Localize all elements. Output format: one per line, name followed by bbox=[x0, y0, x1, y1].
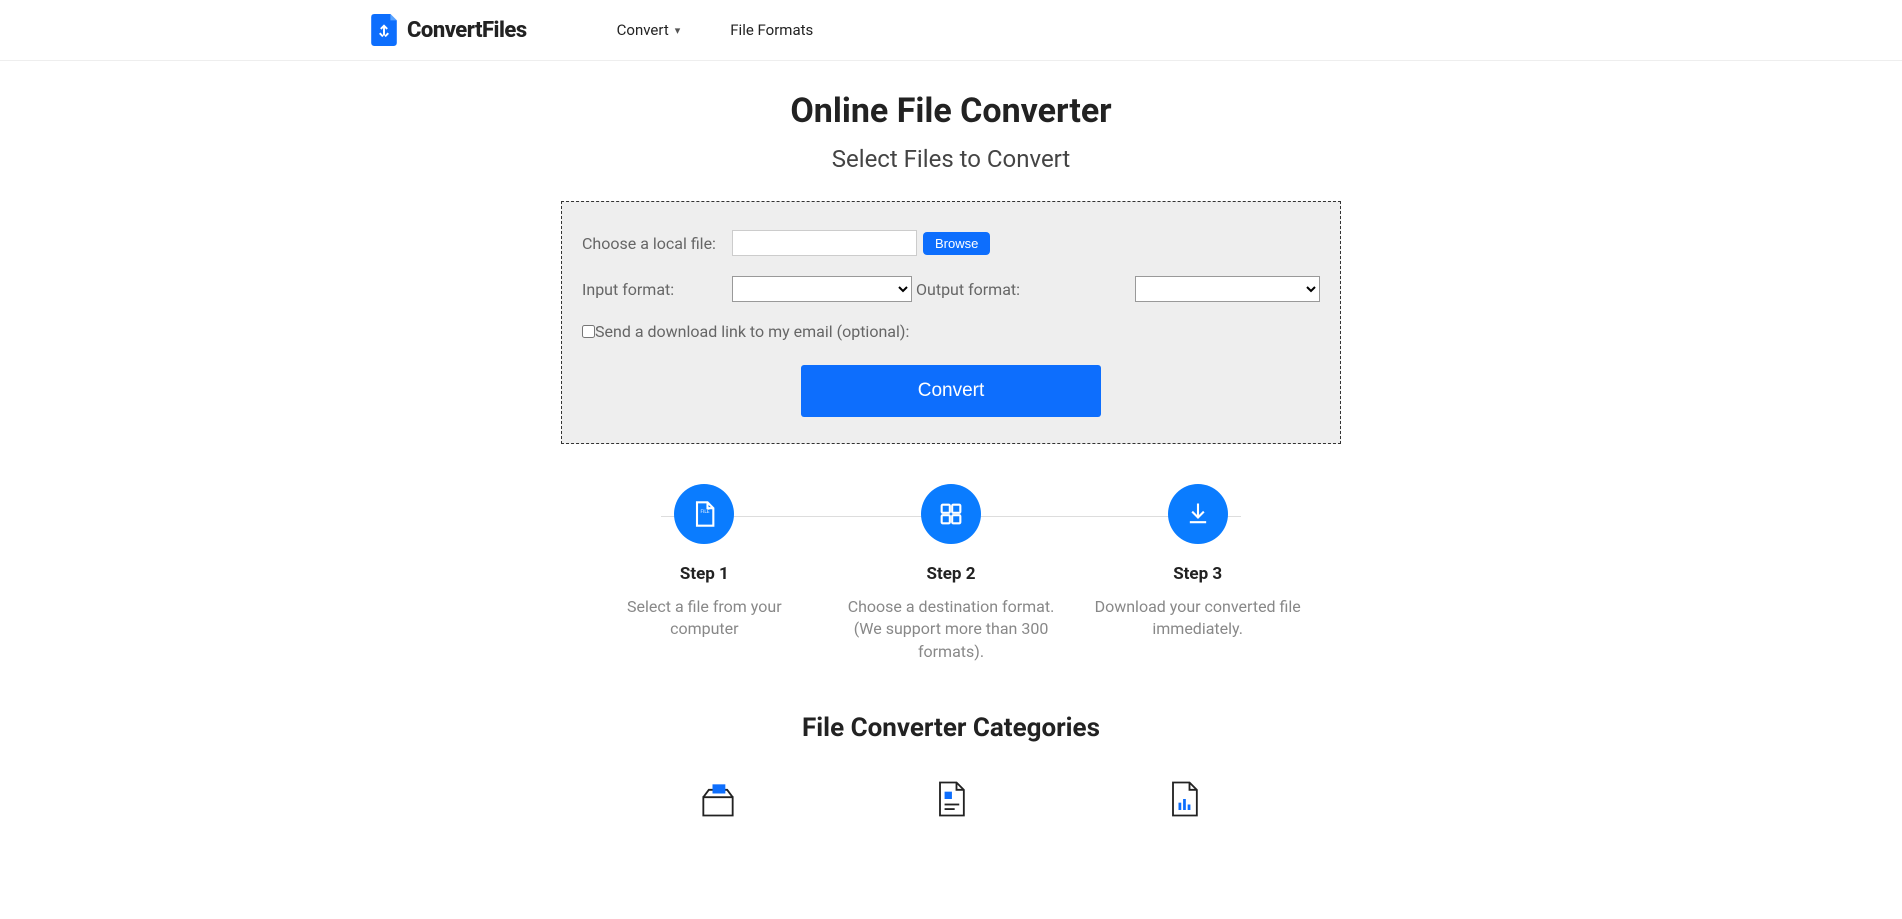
step-2: Step 2 Choose a destination format. (We … bbox=[828, 484, 1075, 663]
output-format-label: Output format: bbox=[916, 280, 1020, 299]
categories-title: File Converter Categories bbox=[561, 713, 1341, 743]
main: Online File Converter Select Files to Co… bbox=[541, 61, 1361, 865]
choose-file-label: Choose a local file: bbox=[582, 234, 732, 253]
category-archive[interactable] bbox=[696, 777, 740, 825]
nav-file-formats-label: File Formats bbox=[730, 21, 813, 39]
step-3: Step 3 Download your converted file imme… bbox=[1074, 484, 1321, 663]
file-input[interactable] bbox=[732, 230, 917, 256]
output-format-select[interactable] bbox=[1135, 276, 1320, 302]
step-3-desc: Download your converted file immediately… bbox=[1084, 596, 1311, 641]
input-format-label: Input format: bbox=[582, 280, 732, 299]
grid-icon bbox=[921, 484, 981, 544]
brand-name: ConvertFiles bbox=[407, 18, 527, 43]
archive-icon bbox=[696, 777, 740, 821]
step-1-desc: Select a file from your computer bbox=[591, 596, 818, 641]
email-label: Send a download link to my email (option… bbox=[595, 322, 909, 341]
convert-button[interactable]: Convert bbox=[801, 365, 1101, 417]
chart-file-icon bbox=[1162, 777, 1206, 821]
categories bbox=[601, 777, 1301, 825]
step-1-title: Step 1 bbox=[591, 564, 818, 584]
step-2-title: Step 2 bbox=[838, 564, 1065, 584]
nav-convert-label: Convert bbox=[617, 21, 669, 39]
header: ConvertFiles Convert ▾ File Formats bbox=[0, 0, 1902, 61]
nav: Convert ▾ File Formats bbox=[617, 21, 814, 39]
step-1: FILE Step 1 Select a file from your comp… bbox=[581, 484, 828, 663]
logo[interactable]: ConvertFiles bbox=[371, 14, 527, 46]
steps: FILE Step 1 Select a file from your comp… bbox=[581, 484, 1321, 663]
page-title: Online File Converter bbox=[561, 91, 1341, 131]
download-icon bbox=[1168, 484, 1228, 544]
document-icon bbox=[929, 777, 973, 821]
step-3-title: Step 3 bbox=[1084, 564, 1311, 584]
file-icon: FILE bbox=[674, 484, 734, 544]
browse-button[interactable]: Browse bbox=[923, 232, 990, 255]
email-checkbox[interactable] bbox=[582, 325, 595, 338]
svg-text:FILE: FILE bbox=[701, 509, 710, 515]
nav-file-formats[interactable]: File Formats bbox=[730, 21, 813, 39]
input-format-select[interactable] bbox=[732, 276, 912, 302]
nav-convert[interactable]: Convert ▾ bbox=[617, 21, 681, 39]
logo-icon bbox=[371, 14, 397, 46]
page-subtitle: Select Files to Convert bbox=[561, 145, 1341, 173]
category-document[interactable] bbox=[929, 777, 973, 825]
convert-box: Choose a local file: Browse Input format… bbox=[561, 201, 1341, 444]
category-presentation[interactable] bbox=[1162, 777, 1206, 825]
chevron-down-icon: ▾ bbox=[675, 24, 681, 37]
step-2-desc: Choose a destination format. (We support… bbox=[838, 596, 1065, 663]
